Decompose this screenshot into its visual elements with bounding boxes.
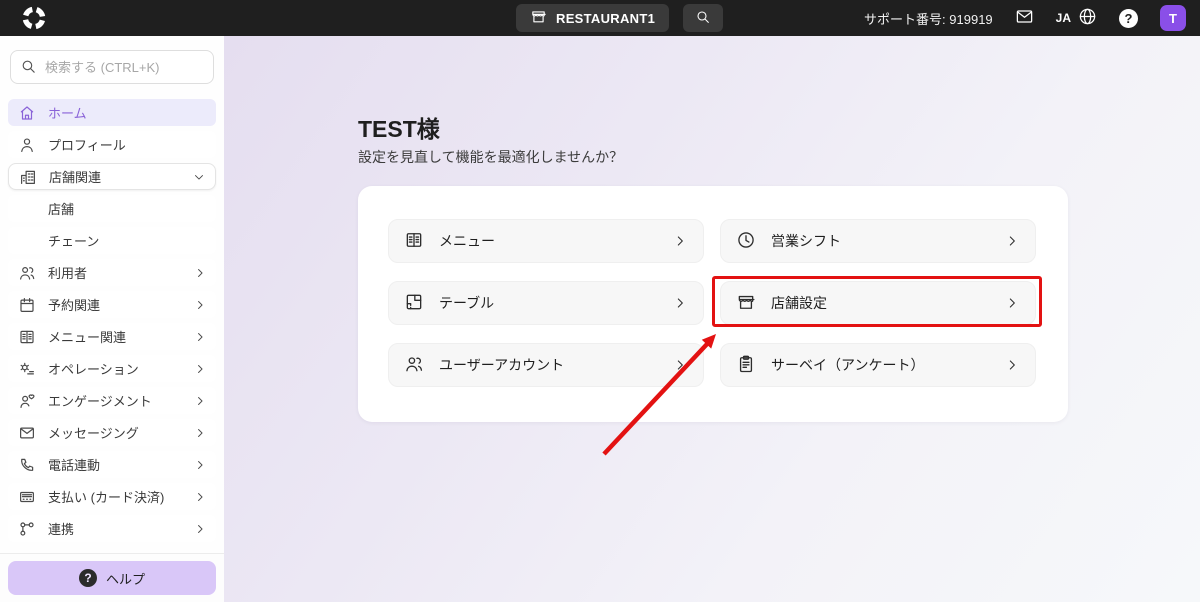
tile-user-accounts[interactable]: ユーザーアカウント	[388, 343, 704, 387]
user-icon	[17, 136, 37, 154]
chevron-right-icon	[193, 490, 207, 504]
quick-settings-card: メニュー 営業シフト	[358, 186, 1068, 422]
integration-icon	[17, 520, 37, 538]
chevron-right-icon	[193, 426, 207, 440]
chevron-right-icon	[1004, 233, 1020, 249]
help-button[interactable]: ? ヘルプ	[8, 561, 216, 595]
language-selector[interactable]: JA	[1056, 7, 1097, 29]
question-icon: ?	[1119, 9, 1138, 28]
sidebar-item-phone[interactable]: 電話連動	[8, 451, 216, 478]
sidebar-item-profile[interactable]: プロフィール	[8, 131, 216, 158]
users-icon	[17, 264, 37, 282]
chevron-right-icon	[672, 233, 688, 249]
storefront-icon	[736, 292, 756, 315]
tile-menu[interactable]: メニュー	[388, 219, 704, 263]
topbar-center: RESTAURANT1	[516, 4, 723, 32]
cash-register-icon	[17, 488, 37, 506]
chevron-down-icon	[192, 170, 206, 184]
sidebar-item-engagement[interactable]: エンゲージメント	[8, 387, 216, 414]
main-content: TEST様 設定を見直して機能を最適化しませんか？ メニュー	[224, 36, 1200, 602]
chevron-right-icon	[1004, 357, 1020, 373]
chevron-right-icon	[193, 362, 207, 376]
search-icon	[20, 58, 37, 80]
sidebar-item-payments[interactable]: 支払い (カード決済)	[8, 483, 216, 510]
sidebar-item-operations[interactable]: オペレーション	[8, 355, 216, 382]
globe-icon	[1078, 7, 1097, 29]
search-icon	[695, 9, 711, 28]
clipboard-icon	[736, 354, 756, 377]
clock-icon	[736, 230, 756, 253]
sidebar-footer: ? ヘルプ	[0, 553, 224, 602]
calendar-icon	[17, 296, 37, 314]
tile-survey[interactable]: サーベイ（アンケート）	[720, 343, 1036, 387]
chevron-right-icon	[193, 458, 207, 472]
tile-table[interactable]: テーブル	[388, 281, 704, 325]
page-subtitle: 設定を見直して機能を最適化しませんか？	[358, 147, 623, 167]
support-number: サポート番号: 919919	[864, 9, 993, 28]
chevron-right-icon	[193, 298, 207, 312]
menu-book-icon	[404, 230, 424, 253]
floorplan-icon	[404, 292, 424, 315]
page-title: TEST様	[358, 110, 440, 144]
gear-list-icon	[17, 360, 37, 378]
app-root: { "topbar": { "restaurant_label": "RESTA…	[0, 0, 1200, 602]
topbar-search-button[interactable]	[683, 4, 723, 32]
sidebar-item-integrations[interactable]: 連携	[8, 515, 216, 542]
help-label: ヘルプ	[106, 569, 145, 588]
building-icon	[18, 168, 38, 186]
language-code: JA	[1056, 11, 1071, 25]
help-button-topbar[interactable]: ?	[1119, 9, 1138, 28]
storefront-icon	[530, 8, 547, 28]
users-icon	[404, 354, 424, 377]
tile-store-settings[interactable]: 店舗設定	[720, 281, 1036, 325]
menu-book-icon	[17, 328, 37, 346]
sidebar-item-store[interactable]: 店舗	[8, 195, 216, 222]
restaurant-name: RESTAURANT1	[556, 11, 655, 26]
person-heart-icon	[17, 392, 37, 410]
messages-button[interactable]	[1015, 7, 1034, 29]
quick-settings-grid: メニュー 営業シフト	[388, 219, 1038, 387]
sidebar: ホーム プロフィール 店舗関連 店舗	[0, 36, 224, 602]
topbar-right: サポート番号: 919919 JA ? T	[864, 0, 1186, 36]
sidebar-item-reservations[interactable]: 予約関連	[8, 291, 216, 318]
sidebar-item-users[interactable]: 利用者	[8, 259, 216, 286]
sidebar-search	[10, 50, 214, 84]
chevron-right-icon	[1004, 295, 1020, 311]
mail-icon	[1015, 7, 1034, 29]
topbar: RESTAURANT1 サポート番号: 919919 JA	[0, 0, 1200, 36]
home-icon	[17, 104, 37, 122]
chevron-right-icon	[672, 357, 688, 373]
chevron-right-icon	[672, 295, 688, 311]
restaurant-selector-button[interactable]: RESTAURANT1	[516, 4, 669, 32]
app-logo-icon[interactable]	[20, 4, 48, 32]
sidebar-item-chain[interactable]: チェーン	[8, 227, 216, 254]
sidebar-item-store-related[interactable]: 店舗関連	[8, 163, 216, 190]
chevron-right-icon	[193, 330, 207, 344]
chevron-right-icon	[193, 266, 207, 280]
chevron-right-icon	[193, 522, 207, 536]
sidebar-item-menu-related[interactable]: メニュー関連	[8, 323, 216, 350]
sidebar-item-home[interactable]: ホーム	[8, 99, 216, 126]
phone-icon	[17, 456, 37, 474]
search-input[interactable]	[10, 50, 214, 84]
mail-icon	[17, 424, 37, 442]
tile-business-shift[interactable]: 営業シフト	[720, 219, 1036, 263]
chevron-right-icon	[193, 394, 207, 408]
question-icon: ?	[79, 569, 97, 587]
sidebar-nav: ホーム プロフィール 店舗関連 店舗	[0, 99, 224, 542]
sidebar-item-messaging[interactable]: メッセージング	[8, 419, 216, 446]
avatar[interactable]: T	[1160, 5, 1186, 31]
